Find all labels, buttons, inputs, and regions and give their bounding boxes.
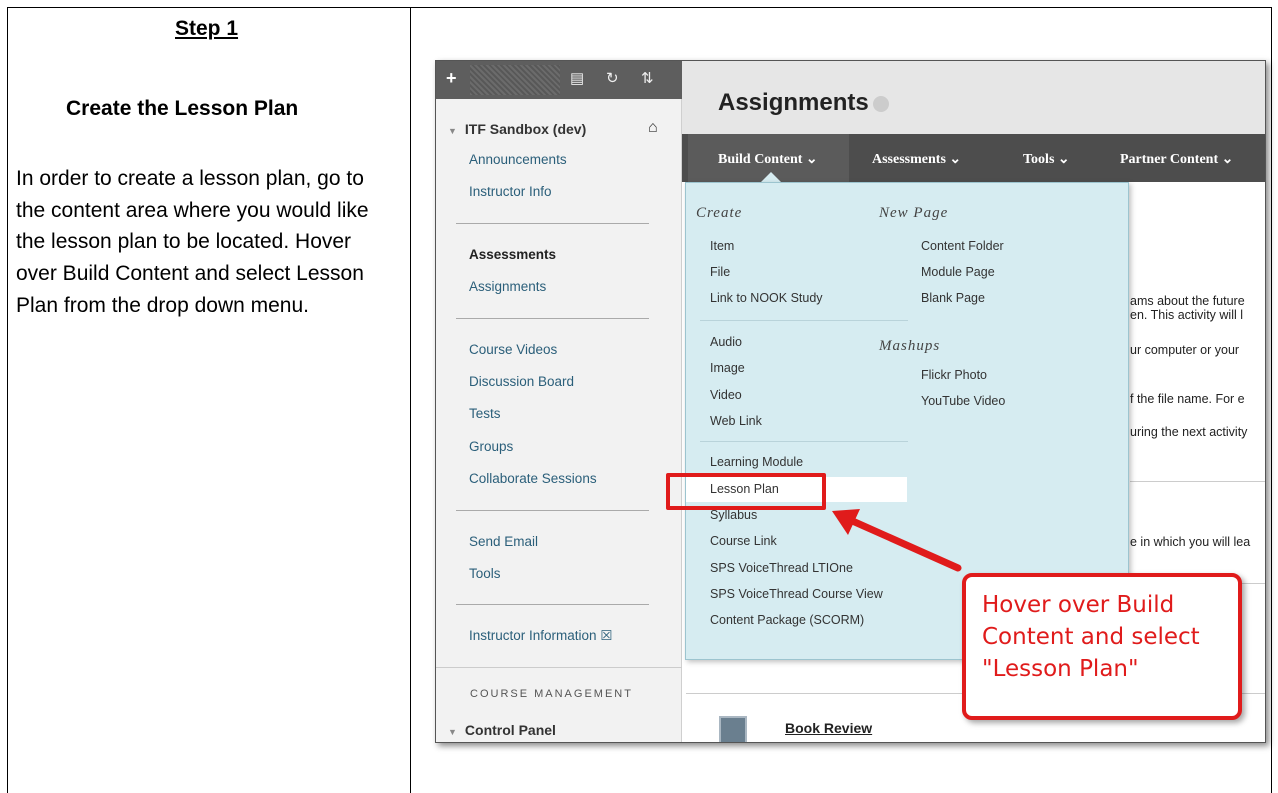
assessments-button[interactable]: Assessments ⌄ <box>872 151 961 168</box>
menu-item-module-page[interactable]: Module Page <box>921 265 995 279</box>
home-icon[interactable]: ⌂ <box>648 119 658 137</box>
menu-item-tools[interactable]: Tools <box>469 566 501 581</box>
menu-item-audio[interactable]: Audio <box>710 335 742 349</box>
folder-icon[interactable]: ▤ <box>570 69 584 87</box>
course-menu-toolbar: + ▤ ↻ ⇅ <box>436 61 682 99</box>
menu-item-syllabus[interactable]: Syllabus <box>710 508 757 522</box>
menu-item-course-videos[interactable]: Course Videos <box>469 342 557 357</box>
menu-item-instructor-information[interactable]: Instructor Information ☒ <box>469 628 612 644</box>
menu-item-image[interactable]: Image <box>710 361 745 375</box>
menu-item-assessments[interactable]: Assessments <box>469 247 556 262</box>
external-link-icon: ☒ <box>600 628 613 643</box>
menu-divider <box>700 320 908 321</box>
collapse-triangle-icon: ▼ <box>448 727 457 737</box>
step-title: Step 1 <box>175 17 239 40</box>
menu-item-blank-page[interactable]: Blank Page <box>921 291 985 305</box>
action-bar: Build Content ⌄ Assessments ⌄ Tools ⌄ Pa… <box>682 134 1265 182</box>
menu-divider <box>456 510 649 511</box>
menu-divider <box>456 223 649 224</box>
content-text: uring the next activity <box>1130 425 1248 439</box>
course-management-label: COURSE MANAGEMENT <box>470 688 633 700</box>
chevron-down-icon: ⌄ <box>1057 152 1070 167</box>
menu-item-file[interactable]: File <box>710 265 730 279</box>
callout-text: Hover over Build Content and select "Les… <box>982 592 1200 682</box>
chevron-down-icon: ⌄ <box>949 152 962 167</box>
menu-item-assignments[interactable]: Assignments <box>469 279 546 294</box>
build-content-button[interactable]: Build Content ⌄ <box>718 151 818 168</box>
page-title: Assignments <box>718 89 889 117</box>
menu-item-course-link[interactable]: Course Link <box>710 534 777 548</box>
menu-item-web-link[interactable]: Web Link <box>710 414 762 428</box>
create-heading: Create <box>696 205 743 221</box>
section-title: Create the Lesson Plan <box>66 97 299 120</box>
dropdown-pointer <box>761 172 781 182</box>
add-icon[interactable]: + <box>446 68 457 89</box>
menu-item-groups[interactable]: Groups <box>469 439 513 454</box>
new-page-heading: New Page <box>879 205 949 221</box>
menu-divider <box>436 667 682 668</box>
menu-item-item[interactable]: Item <box>710 239 734 253</box>
mashups-heading: Mashups <box>879 338 941 354</box>
menu-divider <box>700 441 908 442</box>
instructions-text: In order to create a lesson plan, go to … <box>16 167 369 317</box>
book-icon <box>719 716 747 742</box>
menu-item-content-package-scorm[interactable]: Content Package (SCORM) <box>710 613 864 627</box>
menu-item-collaborate-sessions[interactable]: Collaborate Sessions <box>469 471 597 486</box>
book-review-link[interactable]: Book Review <box>785 720 872 736</box>
chevron-down-icon: ⌄ <box>1221 152 1234 167</box>
page-header: Assignments <box>682 61 1265 134</box>
callout-box: Hover over Build Content and select "Les… <box>962 573 1242 720</box>
page-options-icon[interactable] <box>872 95 889 112</box>
sort-icon[interactable]: ⇅ <box>641 69 654 87</box>
course-menu: + ▤ ↻ ⇅ ▼ ITF Sandbox (dev) ⌂ Announcemen… <box>436 61 682 742</box>
menu-item-learning-module[interactable]: Learning Module <box>710 455 803 469</box>
course-title[interactable]: ▼ ITF Sandbox (dev) <box>448 121 586 137</box>
tools-button[interactable]: Tools ⌄ <box>1023 151 1070 168</box>
menu-item-send-email[interactable]: Send Email <box>469 534 538 549</box>
menu-item-instructor-info[interactable]: Instructor Info <box>469 184 552 199</box>
menu-item-content-folder[interactable]: Content Folder <box>921 239 1004 253</box>
menu-item-video[interactable]: Video <box>710 388 742 402</box>
menu-item-flickr-photo[interactable]: Flickr Photo <box>921 368 987 382</box>
menu-item-youtube-video[interactable]: YouTube Video <box>921 394 1005 408</box>
pointer-arrow-icon <box>832 509 962 572</box>
collapse-triangle-icon: ▼ <box>448 126 457 136</box>
content-text: f the file name. For e <box>1130 392 1245 406</box>
content-text: ur computer or your <box>1130 343 1240 357</box>
chevron-down-icon: ⌄ <box>805 152 818 167</box>
column-divider <box>410 8 411 793</box>
content-text: ams about the future <box>1130 294 1245 308</box>
menu-toolbar-pattern <box>470 65 560 95</box>
refresh-icon[interactable]: ↻ <box>606 69 619 87</box>
partner-content-button[interactable]: Partner Content ⌄ <box>1120 151 1233 168</box>
menu-item-tests[interactable]: Tests <box>469 406 501 421</box>
menu-item-announcements[interactable]: Announcements <box>469 152 567 167</box>
content-divider <box>1130 481 1265 482</box>
arrow-shaft <box>844 515 962 572</box>
content-text: en. This activity will l <box>1130 308 1243 322</box>
control-panel-title[interactable]: ▼ Control Panel <box>448 722 556 738</box>
lesson-plan-highlight-box <box>666 473 826 510</box>
menu-item-discussion-board[interactable]: Discussion Board <box>469 374 574 389</box>
menu-divider <box>456 604 649 605</box>
content-text: e in which you will lea <box>1130 535 1251 549</box>
menu-divider <box>456 318 649 319</box>
menu-item-sps-voicethread-course-view[interactable]: SPS VoiceThread Course View <box>710 587 883 601</box>
menu-item-link-to-nook-study[interactable]: Link to NOOK Study <box>710 291 823 305</box>
